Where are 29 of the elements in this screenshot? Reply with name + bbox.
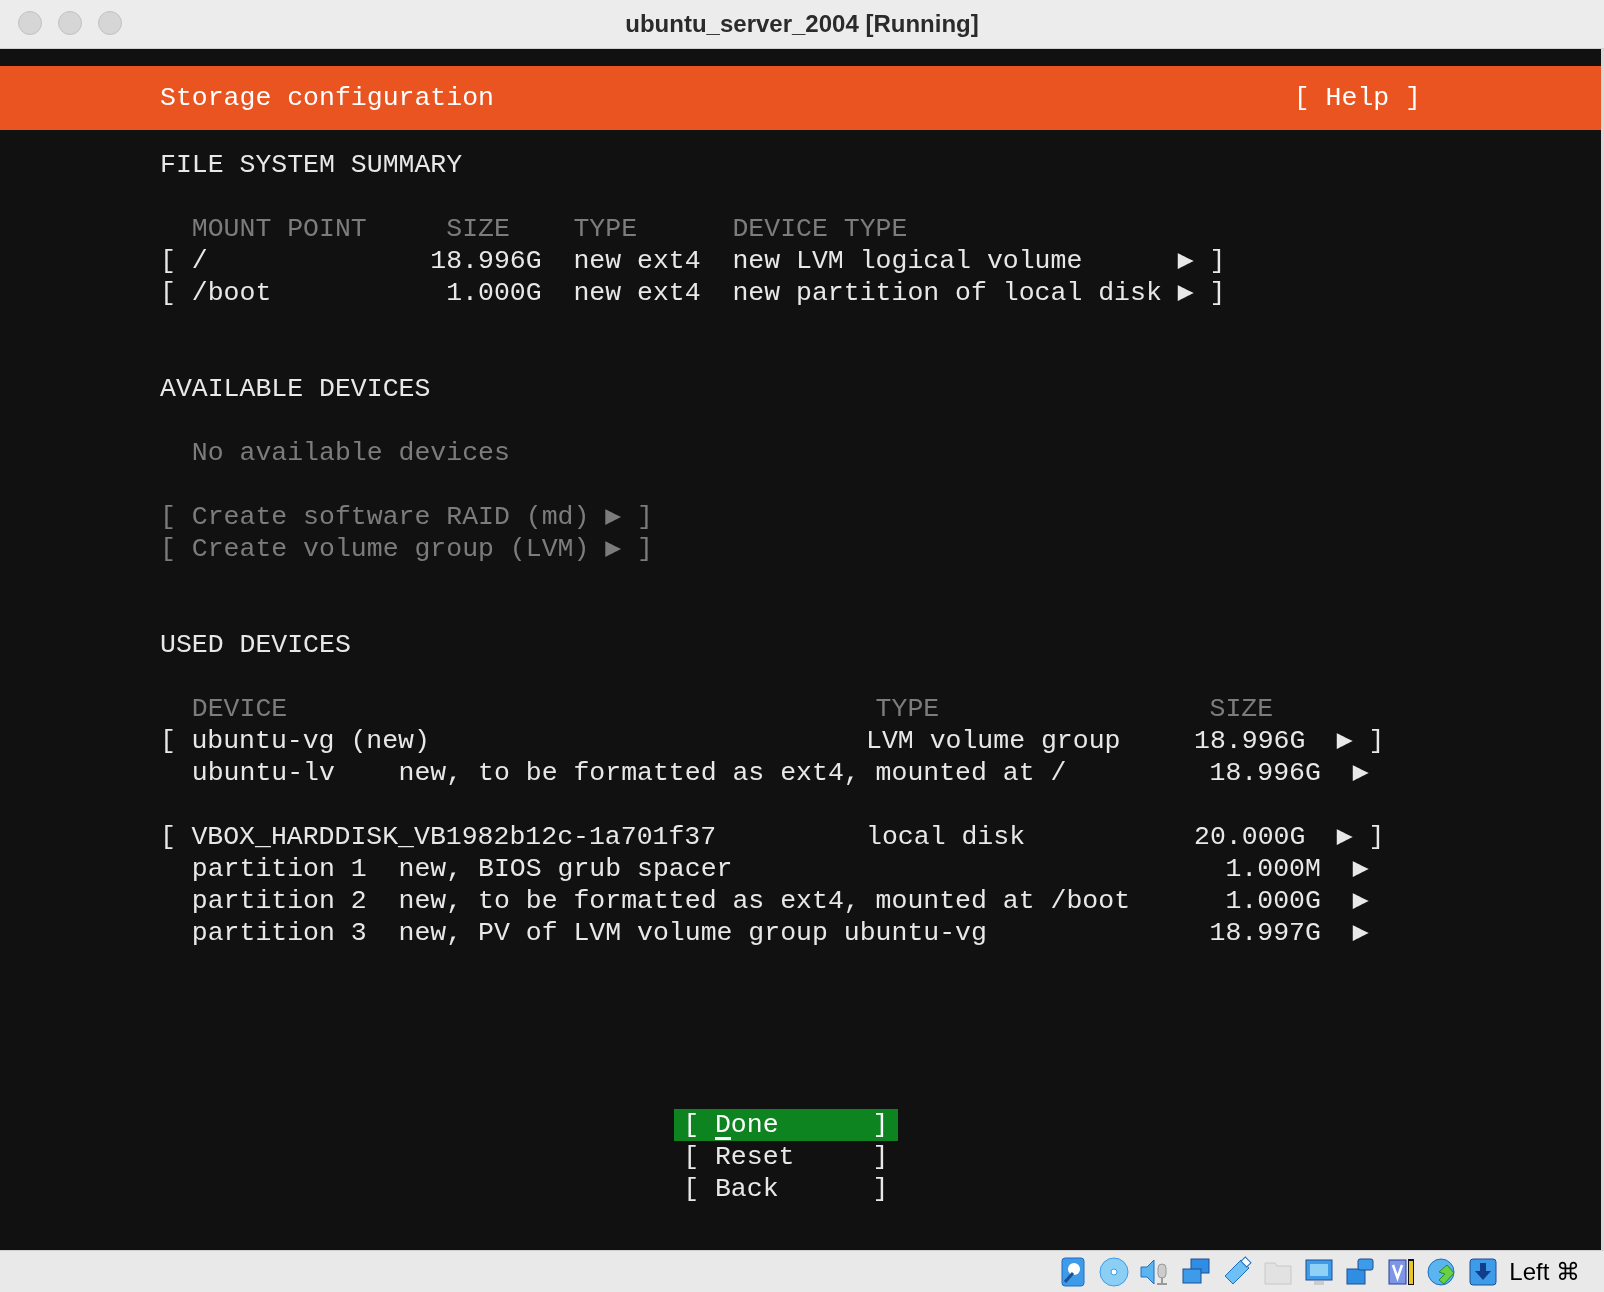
device-child-row[interactable]: ubuntu-lv new, to be formatted as ext4, mounted at / 18.996G ▶ xyxy=(160,757,1369,789)
column-header: SIZE xyxy=(446,213,511,245)
empty-message: No available devices xyxy=(191,437,510,469)
mount-row[interactable]: [ / 18.996G new ext4 new LVM logical volume ▶ ] xyxy=(160,245,1226,277)
column-header: TYPE xyxy=(875,693,941,725)
host-key-label: Left ⌘ xyxy=(1509,1256,1580,1287)
mount-row[interactable]: [ /boot 1.000G new ext4 new partition of local disk ▶ ] xyxy=(160,277,1226,309)
column-header: TYPE xyxy=(573,213,639,245)
section-heading: FILE SYSTEM SUMMARY xyxy=(160,149,464,181)
menu-button[interactable]: [ Reset ] xyxy=(673,1141,898,1173)
device-row[interactable]: [ ubuntu-vg (new) LVM volume group 18.996G ▶ ] xyxy=(160,725,1385,757)
device-child-row[interactable]: partition 1 new, BIOS grub spacer 1.000M ▶ xyxy=(160,853,1369,885)
menu-button[interactable]: [ Back ] xyxy=(673,1173,898,1205)
section-heading: AVAILABLE DEVICES xyxy=(160,373,431,405)
video-camera-icon[interactable] xyxy=(1344,1255,1377,1288)
section-heading: USED DEVICES xyxy=(160,629,351,661)
screen-title: Storage configuration xyxy=(160,82,494,114)
menu-button[interactable]: [ Done ] xyxy=(673,1109,898,1141)
device-row[interactable]: [ VBOX_HARDDISK_VB1982b12c-1a701f37 local disk 20.000G ▶ ] xyxy=(160,821,1385,853)
download-icon[interactable] xyxy=(1467,1255,1500,1288)
column-header: SIZE xyxy=(1209,693,1274,725)
column-header: DEVICE TYPE xyxy=(732,213,908,245)
column-header: MOUNT POINT xyxy=(191,213,368,245)
device-child-row[interactable]: partition 3 new, PV of LVM volume group ubuntu-vg 18.997G ▶ xyxy=(160,917,1369,949)
help-button[interactable]: [ Help ] xyxy=(1293,82,1421,114)
device-child-row[interactable]: partition 2 new, to be formatted as ext4, mounted at /boot 1.000G ▶ xyxy=(160,885,1369,917)
window-title: ubuntu_server_2004 [Running] xyxy=(625,9,979,39)
optical-disc-icon[interactable] xyxy=(1098,1255,1131,1288)
column-header: DEVICE xyxy=(191,693,289,725)
